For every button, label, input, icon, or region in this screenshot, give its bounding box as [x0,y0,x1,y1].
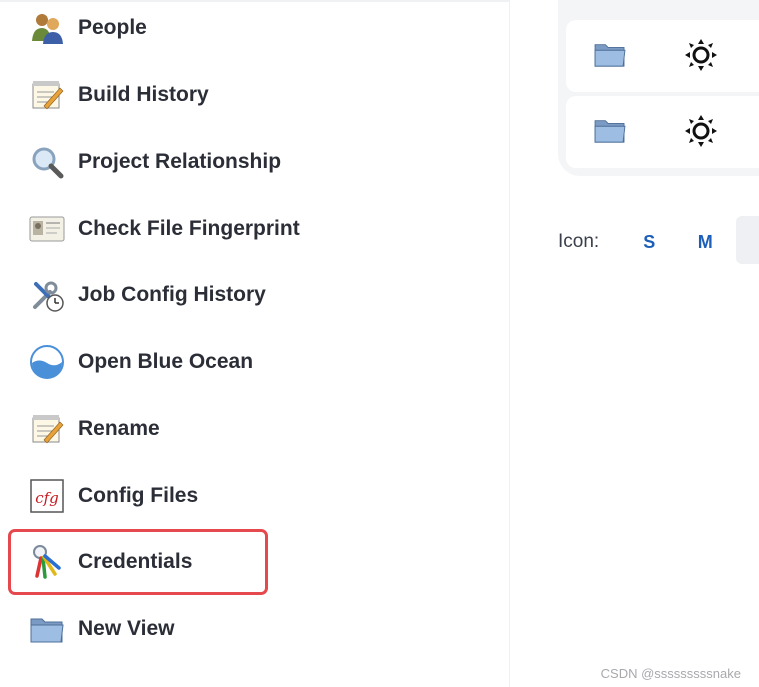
job-row [566,96,759,168]
icon-size-m-link[interactable]: M [677,232,733,253]
icon-size-current [736,216,759,264]
id-card-icon [28,210,66,248]
sidebar-item-job-config-history[interactable]: Job Config History [28,275,266,315]
weather-sunny-icon[interactable] [684,114,718,153]
watermark: CSDN @sssssssssnake [600,666,741,681]
folder-icon [28,610,66,648]
sidebar-item-label: Config Files [78,484,199,507]
magnifier-icon [28,143,66,181]
sidebar-item-rename[interactable]: Rename [28,409,160,449]
divider [0,0,509,2]
sidebar-item-new-view[interactable]: New View [28,609,175,649]
svg-text:cfg: cfg [35,489,59,507]
notepad-icon [28,76,66,114]
sidebar-item-label: Rename [78,417,160,440]
sidebar-item-people[interactable]: People [28,8,147,48]
notepad-icon [28,410,66,448]
cfg-icon: cfg [28,477,66,515]
sidebar-item-open-blue-ocean[interactable]: Open Blue Ocean [28,342,253,382]
sidebar-item-label: Check File Fingerprint [78,217,300,240]
people-icon [28,9,66,47]
weather-sunny-icon[interactable] [684,38,718,77]
sidebar-item-label: New View [78,617,175,640]
icon-size-label: Icon: [558,231,600,252]
sidebar-item-label: Job Config History [78,283,266,306]
sidebar-item-build-history[interactable]: Build History [28,75,209,115]
tools-clock-icon [28,276,66,314]
credentials-highlight-box [8,529,268,595]
sidebar-item-label: People [78,16,147,39]
job-list-panel [558,0,759,176]
icon-size-selector: Icon: S M [558,216,759,264]
job-row [566,20,759,92]
folder-icon[interactable] [594,116,626,149]
icon-size-s-link[interactable]: S [621,232,677,253]
sidebar-item-check-file-fingerprint[interactable]: Check File Fingerprint [28,209,300,249]
sidebar-item-label: Build History [78,83,209,106]
sidebar-item-project-relationship[interactable]: Project Relationship [28,142,281,182]
blue-ocean-icon [28,343,66,381]
sidebar-item-label: Project Relationship [78,150,282,173]
sidebar-item-label: Open Blue Ocean [78,350,254,373]
sidebar: People Build History Project Relationshi… [0,0,510,687]
folder-icon[interactable] [594,40,626,73]
sidebar-item-config-files[interactable]: cfg Config Files [28,476,198,516]
